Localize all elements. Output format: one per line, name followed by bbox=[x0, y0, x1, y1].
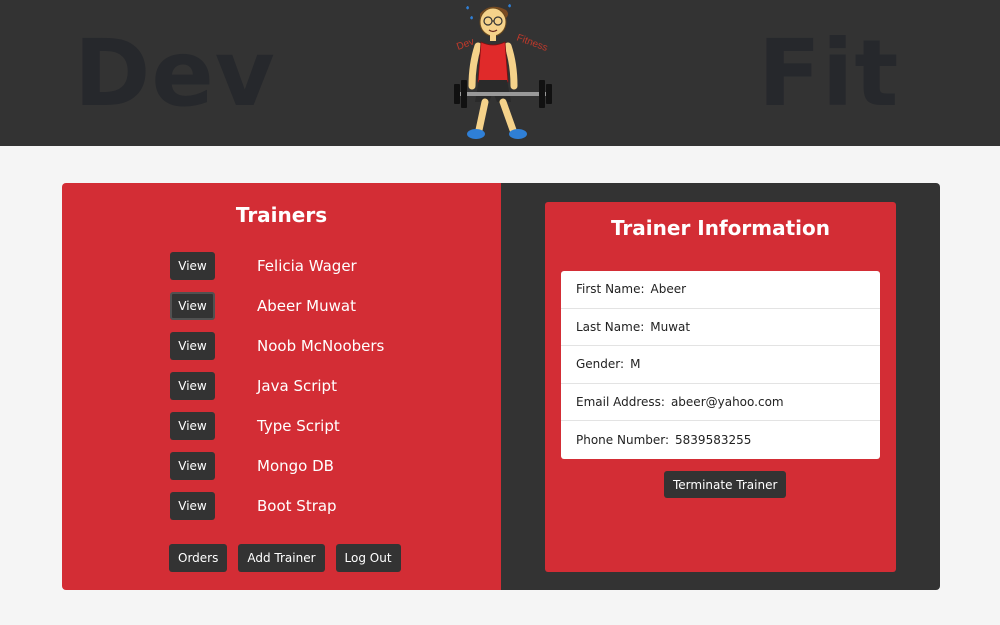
trainer-row: View Type Script bbox=[170, 412, 470, 440]
email-label: Email Address: bbox=[576, 395, 665, 410]
view-trainer-button[interactable]: View bbox=[170, 492, 215, 520]
view-trainer-button[interactable]: View bbox=[170, 332, 215, 360]
trainer-row: View Mongo DB bbox=[170, 452, 470, 480]
trainer-name: Felicia Wager bbox=[257, 257, 357, 275]
trainer-row: View Noob McNoobers bbox=[170, 332, 470, 360]
dev-fitness-logo: Dev Fitness bbox=[454, 4, 552, 139]
first-name-value: Abeer bbox=[650, 282, 687, 297]
last-name-label: Last Name: bbox=[576, 319, 645, 334]
site-header: Dev Dev Fitness Fit bbox=[0, 0, 1000, 146]
trainer-name: Type Script bbox=[257, 417, 340, 435]
trainer-name: Java Script bbox=[257, 377, 337, 395]
view-trainer-button[interactable]: View bbox=[170, 252, 215, 280]
brand-text-right: Fit bbox=[758, 20, 900, 127]
trainers-title: Trainers bbox=[235, 203, 328, 227]
trainer-row: View Abeer Muwat bbox=[170, 292, 470, 320]
gender-row: Gender: M bbox=[561, 346, 880, 384]
trainer-name: Noob McNoobers bbox=[257, 337, 385, 355]
email-row: Email Address: abeer@yahoo.com bbox=[561, 384, 880, 422]
view-trainer-button[interactable]: View bbox=[170, 412, 215, 440]
trainer-row: View Boot Strap bbox=[170, 492, 470, 520]
add-trainer-button[interactable]: Add Trainer bbox=[238, 544, 325, 572]
trainer-actions: Orders Add Trainer Log Out bbox=[169, 544, 401, 572]
last-name-row: Last Name: Muwat bbox=[561, 309, 880, 347]
logo-text-fitness: Fitness bbox=[515, 32, 549, 53]
last-name-value: Muwat bbox=[650, 319, 691, 334]
trainer-info-list: First Name: Abeer Last Name: Muwat Gende… bbox=[561, 271, 880, 459]
view-trainer-button[interactable]: View bbox=[170, 292, 215, 320]
first-name-label: First Name: bbox=[576, 282, 645, 297]
email-value: abeer@yahoo.com bbox=[670, 395, 784, 410]
brand-text-left: Dev bbox=[74, 20, 276, 127]
trainer-info-title: Trainer Information bbox=[610, 216, 830, 240]
trainer-name: Boot Strap bbox=[257, 497, 337, 515]
trainers-panel: Trainers View Felicia Wager View Abeer M… bbox=[62, 183, 501, 590]
gender-value: M bbox=[630, 357, 641, 372]
logo-text-dev: Dev bbox=[455, 36, 475, 52]
trainer-info-box: Trainer Information First Name: Abeer La… bbox=[545, 202, 896, 572]
gender-label: Gender: bbox=[576, 357, 625, 372]
terminate-trainer-button[interactable]: Terminate Trainer bbox=[664, 471, 787, 498]
trainer-info-panel: Trainer Information First Name: Abeer La… bbox=[501, 183, 940, 590]
phone-value: 5839583255 bbox=[675, 433, 752, 448]
phone-label: Phone Number: bbox=[576, 433, 670, 448]
first-name-row: First Name: Abeer bbox=[561, 271, 880, 309]
log-out-button[interactable]: Log Out bbox=[335, 544, 401, 572]
orders-button[interactable]: Orders bbox=[169, 544, 228, 572]
trainer-row: View Java Script bbox=[170, 372, 470, 400]
trainer-name: Abeer Muwat bbox=[257, 297, 356, 315]
phone-row: Phone Number: 5839583255 bbox=[561, 421, 880, 459]
trainer-row: View Felicia Wager bbox=[170, 252, 470, 280]
view-trainer-button[interactable]: View bbox=[170, 372, 215, 400]
dashboard-card: Trainers View Felicia Wager View Abeer M… bbox=[62, 183, 940, 590]
trainer-name: Mongo DB bbox=[257, 457, 334, 475]
view-trainer-button[interactable]: View bbox=[170, 452, 215, 480]
